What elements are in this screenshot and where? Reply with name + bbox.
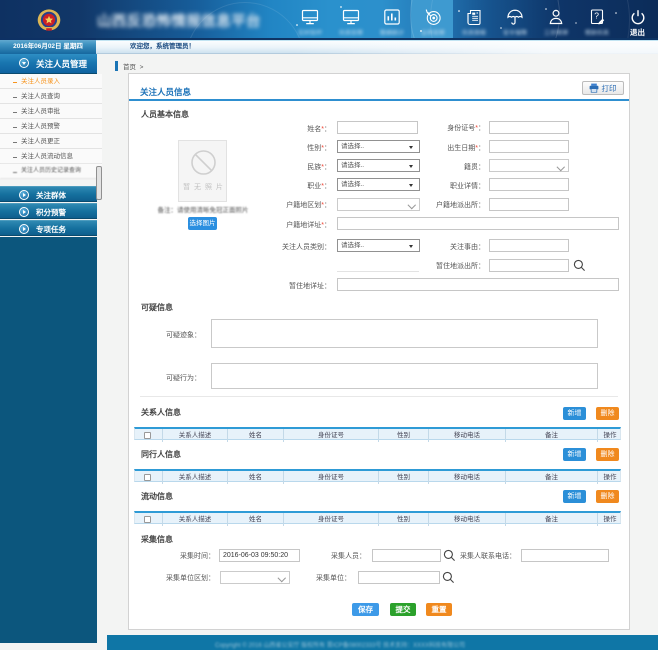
svg-text:?: ? [594, 11, 599, 21]
